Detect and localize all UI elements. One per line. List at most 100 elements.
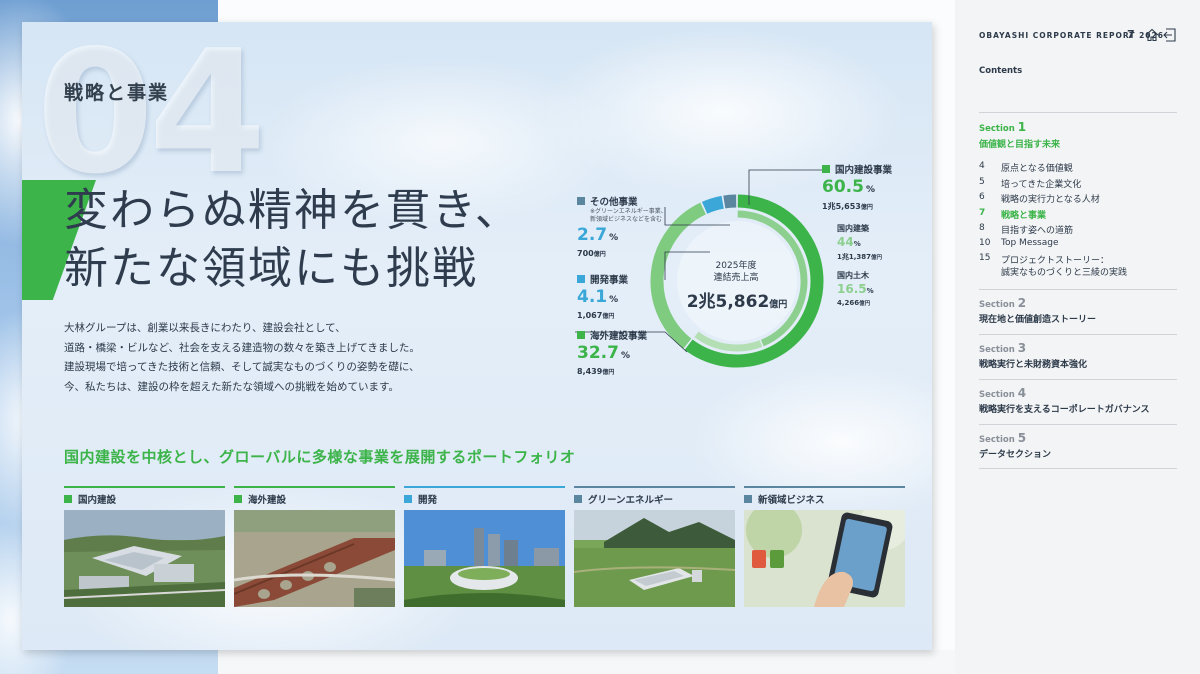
divider xyxy=(979,289,1177,290)
percent-sign: % xyxy=(853,240,861,248)
section-num: 3 xyxy=(1017,341,1027,355)
toc-item[interactable]: 4 原点となる価値観 xyxy=(979,161,1073,174)
section-4-label[interactable]: Section 4 xyxy=(979,386,1026,400)
photo-development-park xyxy=(404,510,565,607)
section-4-name[interactable]: 戦略実行を支えるコーポレートガバナンス xyxy=(979,402,1150,415)
headline-line-1: 変わらぬ精神を貫き、 xyxy=(64,185,521,236)
toc-page: 8 xyxy=(979,223,985,233)
sub-label-civil: 国内土木 16.5% 4,266億円 xyxy=(837,270,874,307)
toc-item-continued[interactable]: 誠実なものづくりと三綾の実践 xyxy=(979,265,1127,278)
sub-amount: 1兆1,387 xyxy=(837,253,872,261)
card-label: 海外建設 xyxy=(248,495,287,506)
segment-amount: 1兆5,653 xyxy=(822,202,861,211)
legend-swatch xyxy=(234,495,242,503)
sub-label-building: 国内建築 44% 1兆1,387億円 xyxy=(837,223,882,262)
toc-item[interactable]: 6 戦略の実行力となる人材 xyxy=(979,192,1100,205)
legend-swatch xyxy=(577,197,585,205)
segment-amount: 1,067 xyxy=(577,311,603,320)
toc-label: Top Message xyxy=(1001,238,1059,248)
toc-item[interactable]: 5 培ってきた企業文化 xyxy=(979,177,1081,190)
section-5-name[interactable]: データセクション xyxy=(979,447,1051,460)
toc-label: 戦略と事業 xyxy=(1001,211,1047,221)
divider xyxy=(979,334,1177,335)
photo-domestic-campus xyxy=(64,510,225,607)
segment-label-other: その他事業 ※グリーンエネルギー事業、 新領域ビジネスなどを含む 2.7% 70… xyxy=(577,194,667,258)
legend-swatch xyxy=(744,495,752,503)
toc-page: 6 xyxy=(979,192,985,202)
portfolio-title: 国内建設を中核とし、グローバルに多様な事業を展開するポートフォリオ xyxy=(64,448,576,466)
divider xyxy=(979,379,1177,380)
toc-label: 培ってきた企業文化 xyxy=(1001,180,1082,190)
section-word: Section xyxy=(979,345,1015,355)
brand-header: OBAYASHI CORPORATE REPORT 2026 xyxy=(979,31,1164,40)
card-overseas[interactable]: 海外建設 xyxy=(234,486,395,607)
toc-label: 誠実なものづくりと三綾の実践 xyxy=(1001,268,1128,278)
section-2-name[interactable]: 現在地と価値創造ストーリー xyxy=(979,312,1096,325)
card-label: 開発 xyxy=(418,495,438,506)
card-new-business[interactable]: 新領域ビジネス xyxy=(744,486,905,607)
segment-name: 海外建設事業 xyxy=(590,331,648,342)
percent-sign: % xyxy=(609,233,619,243)
section-num: 2 xyxy=(1017,296,1027,310)
segment-name: 国内建設事業 xyxy=(835,165,893,176)
section-word: Section xyxy=(979,435,1015,445)
toc-item[interactable]: 8 目指す姿への道筋 xyxy=(979,223,1073,236)
spread-shadow xyxy=(218,650,955,674)
contents-heading: Contents xyxy=(979,66,1023,76)
percent-sign: % xyxy=(609,295,619,305)
sub-percent: 44 xyxy=(837,235,854,249)
divider xyxy=(979,424,1177,425)
body-copy: 大林グループは、創業以来長きにわたり、建設会社として、 道路・橋梁・ビルなど、社… xyxy=(64,319,420,397)
toc-item-current[interactable]: 7 戦略と事業 xyxy=(979,208,1046,221)
legend-swatch xyxy=(577,331,585,339)
section-3-name[interactable]: 戦略実行と未財務資本強化 xyxy=(979,357,1087,370)
card-label: グリーンエネルギー xyxy=(588,495,674,506)
page-number: 7 xyxy=(1127,28,1135,41)
section-word: Section xyxy=(979,390,1015,400)
sub-percent: 16.5 xyxy=(837,282,867,296)
segment-label-domestic: 国内建設事業 60.5% 1兆5,653億円 xyxy=(822,162,892,212)
home-icon[interactable] xyxy=(1145,28,1159,42)
section-1-label[interactable]: Section 1 xyxy=(979,120,1026,134)
percent-sign: % xyxy=(866,287,874,295)
segment-development xyxy=(701,195,725,214)
card-green-energy[interactable]: グリーンエネルギー xyxy=(574,486,735,607)
leader-line-dev xyxy=(664,251,710,280)
section-3-label[interactable]: Section 3 xyxy=(979,341,1026,355)
segment-unit: 億円 xyxy=(602,369,615,376)
legend-swatch xyxy=(574,495,582,503)
segment-other xyxy=(723,194,737,209)
segment-percent: 32.7 xyxy=(577,343,619,363)
sub-amount: 4,266 xyxy=(837,299,860,307)
percent-sign: % xyxy=(620,351,630,361)
card-label: 国内建設 xyxy=(78,495,117,506)
toc-item[interactable]: 10 Top Message xyxy=(979,238,1059,248)
leader-line-other xyxy=(664,207,730,226)
section-2-label[interactable]: Section 2 xyxy=(979,296,1026,310)
toc-page: 5 xyxy=(979,177,985,187)
card-domestic[interactable]: 国内建設 xyxy=(64,486,225,607)
center-year: 2025年度 xyxy=(715,261,757,271)
photo-overseas-bridge xyxy=(234,510,395,607)
section-1-name[interactable]: 価値観と目指す未来 xyxy=(979,137,1060,150)
segment-percent: 4.1 xyxy=(577,287,608,307)
divider xyxy=(979,112,1177,113)
back-icon[interactable] xyxy=(1163,28,1177,42)
section-word: Section xyxy=(979,300,1015,310)
sub-unit: 億円 xyxy=(859,301,871,307)
headline: 変わらぬ精神を貫き、 新たな領域にも挑戦 xyxy=(64,182,521,298)
legend-swatch xyxy=(822,165,830,173)
card-development[interactable]: 開発 xyxy=(404,486,565,607)
toc-label: 目指す姿への道筋 xyxy=(1001,226,1074,236)
section-num: 4 xyxy=(1017,386,1027,400)
section-5-label[interactable]: Section 5 xyxy=(979,431,1026,445)
segment-amount: 8,439 xyxy=(577,367,603,376)
sub-name: 国内土木 xyxy=(837,271,869,280)
segment-amount: 700 xyxy=(577,249,594,258)
percent-sign: % xyxy=(865,185,875,195)
segment-unit: 億円 xyxy=(593,251,606,258)
segment-percent: 60.5 xyxy=(822,177,864,197)
segment-unit: 億円 xyxy=(860,204,873,211)
portfolio-cards: 国内建設 海外建設 開発 グリーンエネルギー 新領域ビジネス xyxy=(64,486,905,607)
card-label: 新領域ビジネス xyxy=(758,495,825,506)
